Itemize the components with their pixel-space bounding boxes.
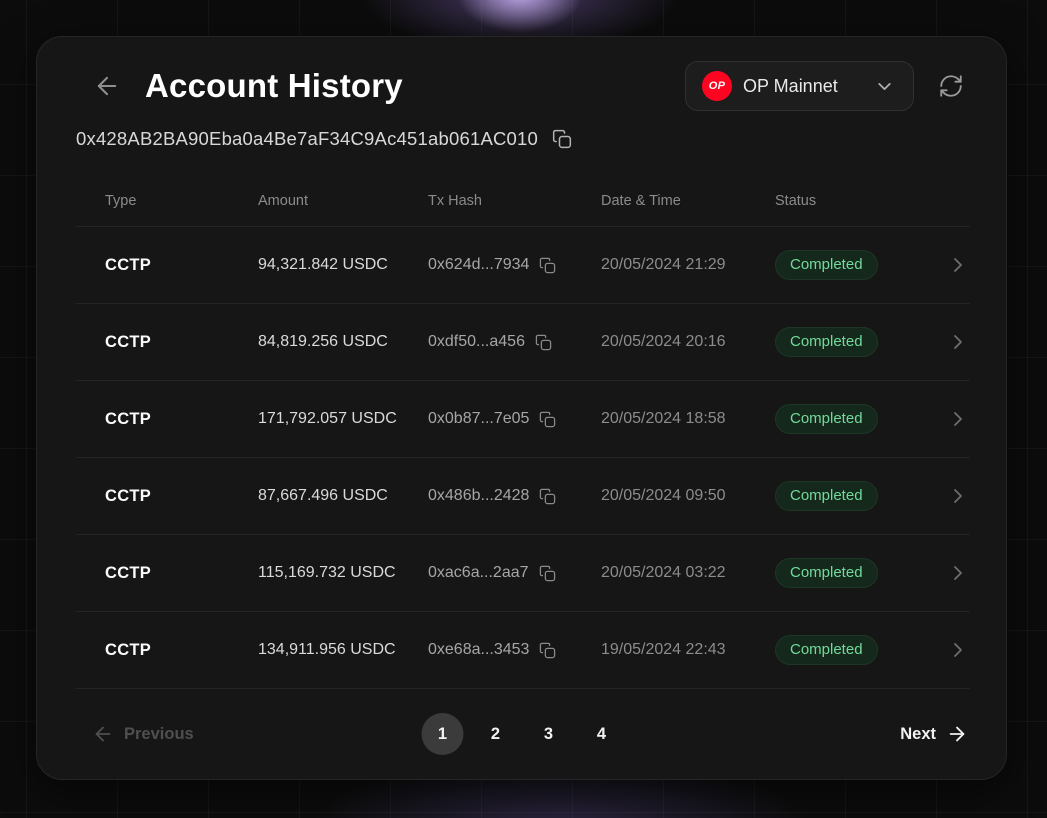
tx-type: CCTP [105, 641, 258, 660]
tx-type: CCTP [105, 256, 258, 275]
row-details-button[interactable] [930, 484, 970, 508]
arrow-right-icon [946, 723, 968, 745]
status-badge: Completed [775, 404, 878, 434]
tx-datetime: 20/05/2024 18:58 [601, 410, 775, 428]
tx-datetime: 20/05/2024 03:22 [601, 564, 775, 582]
column-header-type: Type [105, 193, 258, 209]
tx-hash: 0x486b...2428 [428, 487, 529, 505]
arrow-left-icon [93, 72, 121, 100]
table-header-row: Type Amount Tx Hash Date & Time Status [76, 176, 970, 227]
tx-hash: 0xdf50...a456 [428, 333, 525, 351]
tx-datetime: 20/05/2024 20:16 [601, 333, 775, 351]
tx-type: CCTP [105, 487, 258, 506]
tx-amount: 171,792.057 USDC [258, 410, 428, 428]
page-title: Account History [145, 67, 403, 105]
column-header-amount: Amount [258, 193, 428, 209]
row-details-button[interactable] [930, 253, 970, 277]
tx-datetime: 20/05/2024 21:29 [601, 256, 775, 274]
tx-amount: 115,169.732 USDC [258, 564, 428, 582]
tx-amount: 94,321.842 USDC [258, 256, 428, 274]
status-badge: Completed [775, 635, 878, 665]
table-row[interactable]: CCTP 115,169.732 USDC 0xac6a...2aa7 20/0… [76, 535, 970, 612]
column-header-datetime: Date & Time [601, 193, 775, 209]
status-badge: Completed [775, 481, 878, 511]
tx-hash: 0xac6a...2aa7 [428, 564, 529, 582]
tx-type: CCTP [105, 410, 258, 429]
account-address-row: 0x428AB2BA90Eba0a4Be7aF34C9Ac451ab061AC0… [76, 127, 574, 151]
table-row[interactable]: CCTP 94,321.842 USDC 0x624d...7934 20/05… [76, 227, 970, 304]
copy-icon [539, 642, 556, 659]
next-page-button[interactable]: Next [900, 723, 968, 745]
chevron-right-icon [946, 253, 970, 277]
network-selector-label: OP Mainnet [743, 76, 838, 97]
copy-icon [539, 257, 556, 274]
tx-datetime: 20/05/2024 09:50 [601, 487, 775, 505]
refresh-icon [938, 73, 964, 99]
copy-txhash-button[interactable] [538, 256, 557, 275]
card-header: Account History OP OP Mainnet [89, 61, 966, 111]
tx-hash: 0x624d...7934 [428, 256, 529, 274]
status-badge: Completed [775, 327, 878, 357]
chevron-right-icon [946, 484, 970, 508]
table-row[interactable]: CCTP 134,911.956 USDC 0xe68a...3453 19/0… [76, 612, 970, 689]
column-header-status: Status [775, 193, 930, 209]
next-label: Next [900, 725, 936, 744]
pagination: Previous 1 2 3 4 Next [76, 709, 968, 759]
copy-txhash-button[interactable] [538, 487, 557, 506]
table-row[interactable]: CCTP 171,792.057 USDC 0x0b87...7e05 20/0… [76, 381, 970, 458]
page-button-3[interactable]: 3 [528, 713, 570, 755]
back-button[interactable] [89, 68, 125, 104]
copy-txhash-button[interactable] [538, 564, 557, 583]
chevron-right-icon [946, 407, 970, 431]
copy-icon [539, 411, 556, 428]
chevron-down-icon [874, 76, 895, 97]
tx-amount: 87,667.496 USDC [258, 487, 428, 505]
page-button-1[interactable]: 1 [422, 713, 464, 755]
tx-hash: 0xe68a...3453 [428, 641, 529, 659]
account-history-card: Account History OP OP Mainnet 0x428AB2BA… [36, 36, 1007, 780]
tx-type: CCTP [105, 333, 258, 352]
network-selector[interactable]: OP OP Mainnet [685, 61, 914, 111]
previous-page-button[interactable]: Previous [76, 723, 194, 745]
table-row[interactable]: CCTP 87,667.496 USDC 0x486b...2428 20/05… [76, 458, 970, 535]
tx-amount: 84,819.256 USDC [258, 333, 428, 351]
status-badge: Completed [775, 558, 878, 588]
column-header-txhash: Tx Hash [428, 193, 601, 209]
tx-hash: 0x0b87...7e05 [428, 410, 529, 428]
copy-icon [539, 488, 556, 505]
refresh-button[interactable] [936, 71, 966, 101]
row-details-button[interactable] [930, 561, 970, 585]
tx-datetime: 19/05/2024 22:43 [601, 641, 775, 659]
arrow-left-icon [92, 723, 114, 745]
row-details-button[interactable] [930, 638, 970, 662]
row-details-button[interactable] [930, 330, 970, 354]
tx-amount: 134,911.956 USDC [258, 641, 428, 659]
previous-label: Previous [124, 725, 194, 744]
header-actions: OP OP Mainnet [685, 61, 966, 111]
transactions-table: Type Amount Tx Hash Date & Time Status C… [76, 176, 970, 689]
page-button-2[interactable]: 2 [475, 713, 517, 755]
chevron-right-icon [946, 638, 970, 662]
page-number-list: 1 2 3 4 [422, 713, 623, 755]
op-network-logo: OP [702, 71, 732, 101]
page-button-4[interactable]: 4 [581, 713, 623, 755]
chevron-right-icon [946, 330, 970, 354]
chevron-right-icon [946, 561, 970, 585]
copy-icon [539, 565, 556, 582]
table-row[interactable]: CCTP 84,819.256 USDC 0xdf50...a456 20/05… [76, 304, 970, 381]
copy-txhash-button[interactable] [534, 333, 553, 352]
copy-txhash-button[interactable] [538, 641, 557, 660]
tx-type: CCTP [105, 564, 258, 583]
copy-address-button[interactable] [550, 127, 574, 151]
status-badge: Completed [775, 250, 878, 280]
row-details-button[interactable] [930, 407, 970, 431]
copy-txhash-button[interactable] [538, 410, 557, 429]
copy-icon [535, 334, 552, 351]
copy-icon [552, 129, 572, 149]
account-address: 0x428AB2BA90Eba0a4Be7aF34C9Ac451ab061AC0… [76, 128, 538, 150]
